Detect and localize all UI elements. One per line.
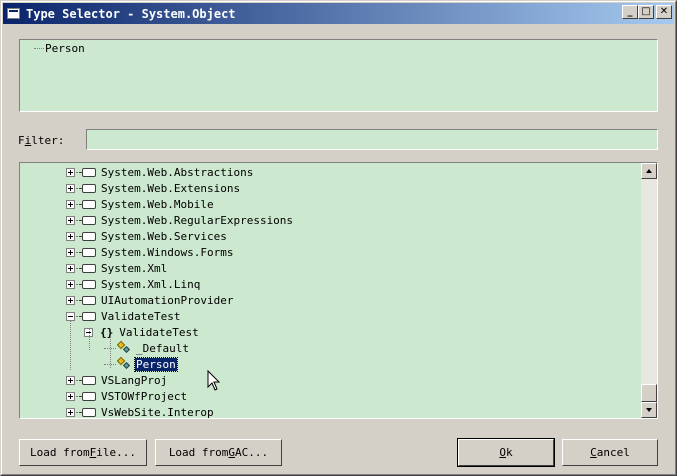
assembly-icon — [79, 391, 96, 401]
tree-node-label: System.Web.Extensions — [101, 181, 241, 195]
assembly-icon — [79, 295, 96, 305]
scroll-thumb[interactable] — [641, 384, 657, 402]
assembly-icon — [79, 231, 96, 241]
close-button[interactable]: ✕ — [656, 5, 672, 19]
assembly-icon — [79, 311, 96, 321]
assembly-icon — [79, 199, 96, 209]
maximize-button[interactable]: □ — [638, 5, 654, 19]
arrow-down-icon — [646, 408, 652, 412]
assembly-icon — [79, 167, 96, 177]
tree-node-label: System.Xml.Linq — [101, 277, 201, 291]
tree-item-assembly[interactable]: VSLangProj — [66, 372, 168, 388]
app-window-icon — [6, 6, 22, 22]
tree-node-label: Person — [134, 356, 178, 372]
assembly-icon — [79, 375, 96, 385]
expand-icon[interactable] — [66, 407, 75, 417]
tree-item-namespace[interactable]: {} ValidateTest — [84, 324, 200, 340]
tree-item-assembly[interactable]: VsWebSite.Interop — [66, 404, 215, 419]
expand-icon[interactable] — [66, 215, 75, 225]
window-title: Type Selector - System.Object — [26, 6, 236, 21]
ok-button[interactable]: Ok — [457, 438, 555, 467]
maximize-icon: □ — [641, 6, 651, 17]
tree-guide-line — [70, 320, 71, 370]
tree-item-assembly[interactable]: System.Web.RegularExpressions — [66, 212, 294, 228]
filter-input[interactable] — [86, 129, 658, 150]
assembly-icon — [79, 279, 96, 289]
close-icon: ✕ — [659, 6, 669, 17]
tree-node-label: _Default — [136, 341, 189, 355]
tree-guide-line — [110, 336, 111, 368]
expand-icon[interactable] — [66, 263, 75, 273]
tree-item-assembly[interactable]: System.Web.Mobile — [66, 196, 215, 212]
scroll-up-button[interactable] — [641, 163, 657, 179]
tree-item-assembly[interactable]: System.Xml.Linq — [66, 276, 201, 292]
tree-node-label: ValidateTest — [119, 325, 199, 339]
tree-item-assembly[interactable]: System.Xml — [66, 260, 168, 276]
assembly-icon — [79, 215, 96, 225]
tree-node-label: System.Web.Services — [101, 229, 227, 243]
expand-icon[interactable] — [66, 375, 75, 385]
load-from-gac-button[interactable]: Load from G AC... — [155, 439, 282, 466]
tree-guide-line — [89, 328, 90, 350]
load-from-file-button[interactable]: Load from File... — [19, 439, 147, 466]
cancel-button[interactable]: Cancel — [562, 439, 658, 466]
assembly-icon — [79, 183, 96, 193]
tree-item-assembly[interactable]: ValidateTest — [66, 308, 181, 324]
tree-connector — [34, 48, 44, 49]
scroll-down-button[interactable] — [641, 402, 657, 418]
tree-node-label: UIAutomationProvider — [101, 293, 234, 307]
selected-type-panel[interactable]: Person — [19, 39, 658, 112]
tree-item-class[interactable]: _Default — [104, 340, 190, 356]
assembly-icon — [79, 407, 96, 417]
tree-node-label: System.Xml — [101, 261, 168, 275]
expand-icon[interactable] — [66, 231, 75, 241]
tree-node-label: VsWebSite.Interop — [101, 405, 214, 419]
type-selector-window: Type Selector - System.Object _ □ ✕ Pers… — [0, 0, 677, 476]
tree-node-label: System.Windows.Forms — [101, 245, 234, 259]
expand-icon[interactable] — [66, 247, 75, 257]
tree-item-class[interactable]: Person — [104, 356, 178, 372]
minimize-button[interactable]: _ — [622, 5, 638, 19]
tree-node-label: System.Web.Abstractions — [101, 165, 254, 179]
expand-icon[interactable] — [66, 167, 75, 177]
tree-item-assembly[interactable]: System.Web.Extensions — [66, 180, 241, 196]
tree-node-label: ValidateTest — [101, 309, 181, 323]
expand-icon[interactable] — [66, 279, 75, 289]
namespace-icon: {} — [100, 325, 114, 339]
title-bar[interactable]: Type Selector - System.Object _ □ ✕ — [3, 3, 674, 24]
tree-node-label: System.Web.Mobile — [101, 197, 214, 211]
tree-item-assembly[interactable]: VSTOWfProject — [66, 388, 188, 404]
assembly-icon — [79, 247, 96, 257]
tree-item-assembly[interactable]: System.Web.Services — [66, 228, 228, 244]
tree-node-label: VSTOWfProject — [101, 389, 188, 403]
tree-node-label: System.Web.RegularExpressions — [101, 213, 294, 227]
tree-vertical-scrollbar[interactable] — [641, 163, 657, 418]
tree-item-assembly[interactable]: System.Web.Abstractions — [66, 164, 254, 180]
assembly-icon — [79, 263, 96, 273]
tree-node-label: VSLangProj — [101, 373, 168, 387]
minimize-icon: _ — [627, 6, 633, 17]
class-icon — [116, 356, 132, 371]
tree-item-assembly[interactable]: UIAutomationProvider — [66, 292, 234, 308]
mouse-cursor-icon — [207, 370, 221, 391]
class-icon — [116, 340, 132, 355]
expand-icon[interactable] — [66, 183, 75, 193]
arrow-up-icon — [646, 169, 652, 173]
expand-icon[interactable] — [66, 391, 75, 401]
expand-icon[interactable] — [66, 295, 75, 305]
filter-label: Filter: — [18, 134, 65, 147]
tree-item-assembly[interactable]: System.Windows.Forms — [66, 244, 234, 260]
assembly-tree[interactable]: System.Web.Abstractions System.Web.Extens… — [19, 162, 658, 419]
expand-icon[interactable] — [66, 199, 75, 209]
selected-type-label: Person — [45, 42, 85, 55]
